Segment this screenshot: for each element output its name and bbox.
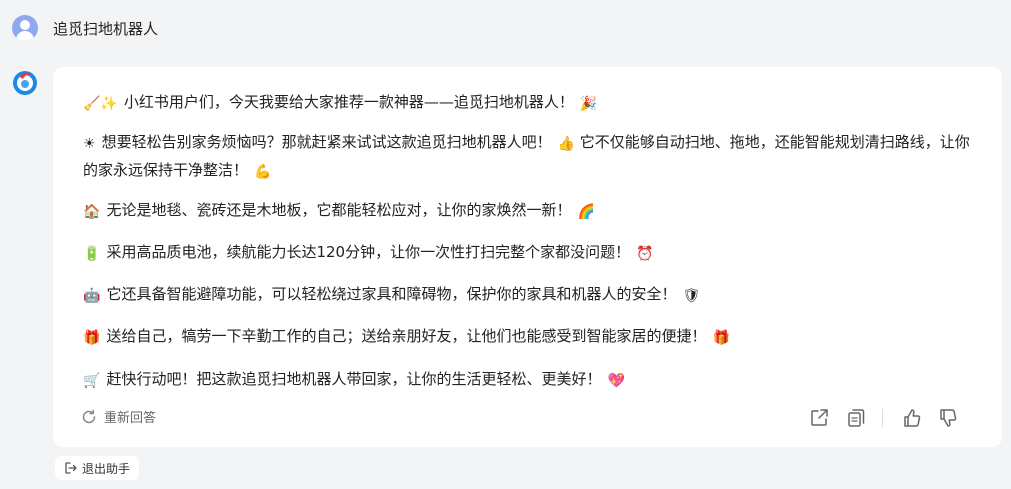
shield-icon: 🛡	[682, 288, 701, 304]
toolbar-divider	[882, 409, 883, 427]
paragraph-text: 无论是地毯、瓷砖还是木地板，它都能轻松应对，让你的家焕然一新！	[106, 201, 572, 219]
answer-paragraph: 🏠 无论是地毯、瓷砖还是木地板，它都能轻松应对，让你的家焕然一新！ 🌈	[83, 197, 973, 225]
paragraph-text: 赶快行动吧！把这款追觅扫地机器人带回家，让你的生活更轻松、更美好！	[106, 370, 602, 388]
exit-icon	[65, 462, 77, 474]
shopping-cart-icon: 🛒	[83, 373, 101, 389]
alarm-clock-icon: ⏰	[636, 246, 654, 262]
dislike-button[interactable]	[937, 407, 959, 429]
exit-label: 退出助手	[82, 461, 131, 476]
flexed-arm-icon: 💪	[254, 164, 272, 180]
rainbow-icon: 🌈	[577, 204, 595, 220]
answer-card: 🧹✨ 小红书用户们，今天我要给大家推荐一款神器——追觅扫地机器人！ 🎉 ☀ 想要轻松告…	[53, 67, 1002, 447]
sparkling-heart-icon: 💖	[607, 373, 625, 389]
chat-page: 追觅扫地机器人 🧹✨ 小红书用户们，今天我要给大家推荐一款神器——追觅扫地机器人！…	[0, 0, 1011, 489]
paragraph-text: 送给自己，犒劳一下辛勤工作的自己；送给亲朋好友，让他们也能感受到智能家居的便捷！	[106, 327, 707, 345]
answer-paragraph: 🛒 赶快行动吧！把这款追觅扫地机器人带回家，让你的生活更轻松、更美好！ 💖	[83, 366, 973, 394]
exit-assistant-button[interactable]: 退出助手	[55, 456, 140, 480]
assistant-logo-icon	[11, 68, 39, 96]
avatar-body-shape	[16, 31, 34, 41]
refresh-icon	[82, 409, 96, 423]
battery-icon: 🔋	[83, 246, 101, 262]
answer-paragraph: ☀ 想要轻松告别家务烦恼吗？那就赶紧来试试这款追觅扫地机器人吧！ 👍 它不仅能够自动…	[83, 129, 973, 185]
party-popper-icon: 🎉	[579, 96, 598, 112]
answer-toolbar: 重新回答	[53, 401, 1002, 433]
answer-paragraph: 🧹✨ 小红书用户们，今天我要给大家推荐一款神器——追觅扫地机器人！ 🎉	[83, 89, 973, 117]
gift-icon: 🎁	[83, 330, 101, 346]
copy-button[interactable]	[845, 407, 867, 429]
share-button[interactable]	[808, 407, 830, 429]
paragraph-text: 它还具备智能避障功能，可以轻松绕过家具和障碍物，保护你的家具和机器人的安全！	[106, 285, 677, 303]
answer-paragraph: 🤖 它还具备智能避障功能，可以轻松绕过家具和障碍物，保护你的家具和机器人的安全！ 🛡	[83, 281, 973, 309]
sun-icon: ☀	[83, 136, 96, 152]
paragraph-text: 想要轻松告别家务烦恼吗？那就赶紧来试试这款追觅扫地机器人吧！	[101, 133, 552, 151]
answer-paragraph: 🎁 送给自己，犒劳一下辛勤工作的自己；送给亲朋好友，让他们也能感受到智能家居的便捷…	[83, 323, 973, 351]
copy-icon	[848, 409, 865, 427]
gift-icon: 🎁	[712, 330, 730, 346]
answer-paragraph: 🔋 采用高品质电池，续航能力长达120分钟，让你一次性打扫完整个家都没问题！ ⏰	[83, 239, 973, 267]
regenerate-button[interactable]: 重新回答	[80, 407, 156, 426]
like-button[interactable]	[901, 407, 923, 429]
paragraph-text: 小红书用户们，今天我要给大家推荐一款神器——追觅扫地机器人！	[123, 93, 574, 111]
avatar-head-shape	[20, 20, 30, 30]
thumbs-up-icon	[904, 409, 921, 427]
paragraph-text: 采用高品质电池，续航能力长达120分钟，让你一次性打扫完整个家都没问题！	[106, 243, 631, 261]
broom-sparkles-icon: 🧹✨	[83, 96, 118, 112]
user-query-text: 追觅扫地机器人	[53, 20, 159, 38]
robot-icon: 🤖	[83, 288, 101, 304]
thumbs-down-icon	[940, 409, 957, 427]
share-icon	[811, 409, 828, 426]
thumbs-up-emoji-icon: 👍	[557, 136, 576, 152]
user-avatar	[12, 15, 38, 41]
regenerate-label: 重新回答	[104, 411, 157, 426]
house-icon: 🏠	[83, 204, 101, 220]
